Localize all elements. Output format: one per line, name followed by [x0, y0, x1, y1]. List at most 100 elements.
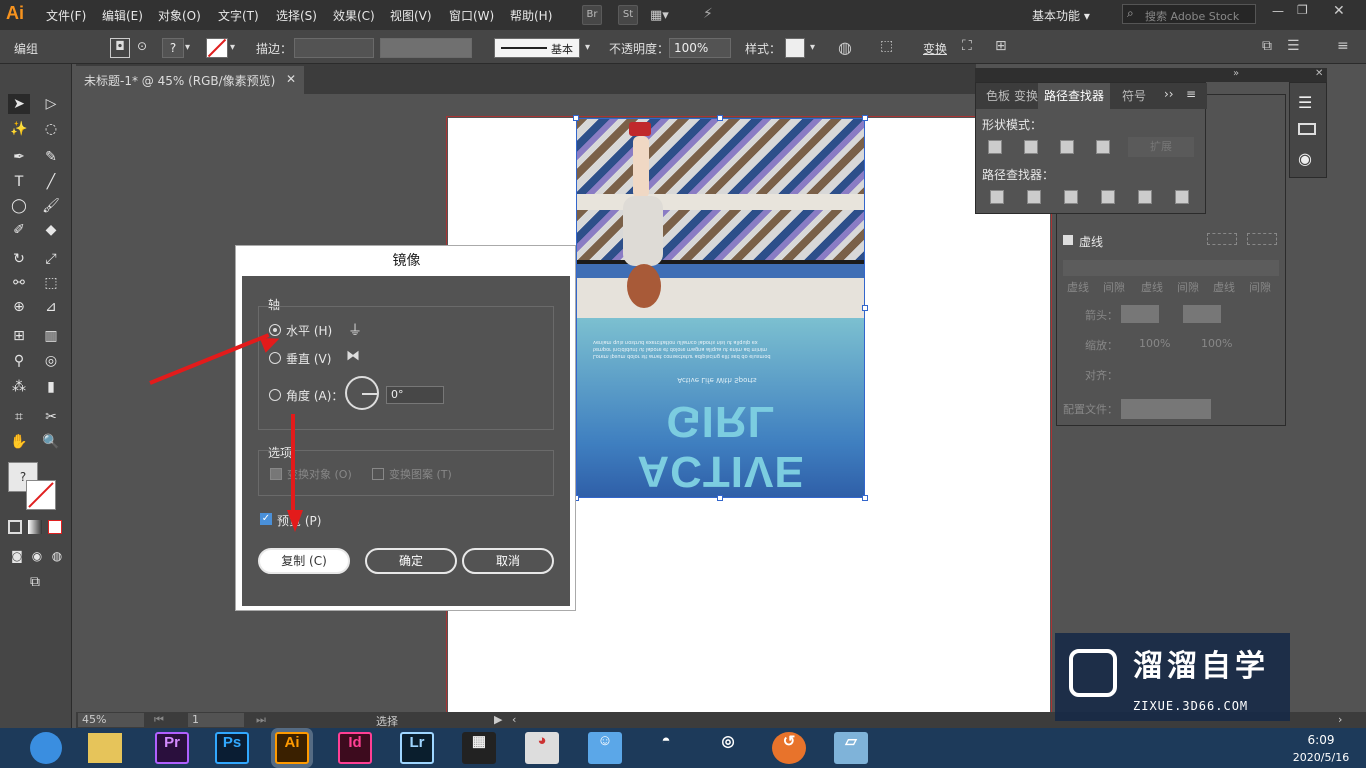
indesign-icon[interactable]: Id	[338, 732, 372, 764]
bridge-button[interactable]: Br	[582, 5, 602, 25]
minus-front-icon[interactable]	[1024, 140, 1038, 154]
document-setup-icon[interactable]: ◍	[838, 38, 852, 57]
direct-selection-tool-icon[interactable]: ▷	[40, 94, 62, 114]
opacity-field[interactable]: 100%	[669, 38, 731, 58]
menu-window[interactable]: 窗口(W)	[449, 7, 494, 24]
menu-help[interactable]: 帮助(H)	[510, 7, 552, 24]
first-artboard-icon[interactable]: ⏮	[154, 713, 164, 727]
angle-radio[interactable]	[269, 389, 281, 401]
last-artboard-icon[interactable]: ⏭	[256, 713, 266, 727]
arrow-start-scale[interactable]: 100%	[1139, 337, 1170, 350]
orange-app-icon[interactable]: ↺	[772, 732, 806, 764]
restore-button[interactable]: ❐	[1297, 3, 1308, 17]
tab-pathfinder[interactable]: 路径查找器	[1038, 83, 1111, 109]
properties-panel-icon[interactable]: ☰	[1298, 93, 1312, 112]
gpu-performance-icon[interactable]: ⚡	[703, 6, 713, 22]
resize-handle[interactable]	[573, 115, 579, 121]
shape-builder-tool-icon[interactable]: ⊕	[8, 297, 30, 317]
vertical-label[interactable]: 垂直 (V)	[286, 350, 331, 367]
menu-object[interactable]: 对象(O)	[158, 7, 201, 24]
ellipse-tool-icon[interactable]: ◯	[8, 196, 30, 216]
draw-inside-icon[interactable]: ◍	[46, 546, 68, 566]
panel-expand-icon[interactable]: ››	[1164, 87, 1174, 101]
zoom-tool-icon[interactable]: 🔍	[40, 432, 62, 452]
stroke-color-icon[interactable]	[26, 480, 56, 510]
line-tool-icon[interactable]: ╱	[40, 172, 62, 192]
control-flyout-icon[interactable]: ≡	[1337, 38, 1349, 54]
trim-icon[interactable]	[1027, 190, 1041, 204]
status-menu-icon[interactable]: ▶	[494, 713, 502, 726]
arrange-documents-icon[interactable]: ▦▾	[650, 8, 669, 23]
draw-behind-icon[interactable]: ◉	[26, 546, 48, 566]
illustrator-taskbar-icon[interactable]: Ai	[275, 732, 309, 764]
workspace-switcher[interactable]: 基本功能 ▾	[1032, 7, 1090, 24]
merge-icon[interactable]	[1064, 190, 1078, 204]
beach-ball-app-icon[interactable]: ◕	[525, 732, 559, 764]
draw-normal-icon[interactable]: ◙	[6, 546, 28, 566]
close-tab-icon[interactable]: ✕	[286, 72, 296, 86]
eraser-tool-icon[interactable]: ◆	[40, 220, 62, 240]
taskbar-time[interactable]: 6:09	[1288, 733, 1354, 747]
start-arrow-select[interactable]	[1121, 305, 1159, 323]
minus-back-icon[interactable]	[1175, 190, 1189, 204]
align-icon[interactable]: ⬚	[880, 38, 893, 54]
fill-swatch[interactable]: ?	[162, 38, 184, 58]
angle-field[interactable]: 0°	[386, 386, 444, 404]
stroke-dropdown-icon[interactable]: ▾	[230, 42, 235, 53]
angle-label[interactable]: 角度 (A)：	[286, 387, 343, 404]
none-mode-icon[interactable]	[48, 520, 62, 534]
rotate-tool-icon[interactable]: ↻	[8, 249, 30, 269]
column-graph-tool-icon[interactable]: ▮	[40, 377, 62, 397]
menu-type[interactable]: 文字(T)	[218, 7, 259, 24]
pen-tool-icon[interactable]: ✒	[8, 147, 30, 167]
recolor-artwork-icon[interactable]: ◘	[110, 38, 130, 58]
panel-menu-icon[interactable]: ≡	[1186, 87, 1196, 101]
transform-link[interactable]: 变换	[923, 40, 947, 57]
close-panels-icon[interactable]: ✕	[1315, 68, 1323, 79]
tab-swatches[interactable]: 色板	[986, 87, 1010, 104]
panel-options-icon[interactable]: ⧉	[1262, 38, 1272, 54]
gradient-panel-icon[interactable]	[1298, 123, 1316, 135]
isolate-group-icon[interactable]: ⊙	[137, 39, 147, 53]
tab-symbols[interactable]: 符号	[1122, 87, 1146, 104]
resize-handle[interactable]	[717, 495, 723, 501]
slice-tool-icon[interactable]: ✂	[40, 407, 62, 427]
outline-icon[interactable]	[1138, 190, 1152, 204]
exclude-icon[interactable]	[1096, 140, 1110, 154]
end-arrow-select[interactable]	[1183, 305, 1221, 323]
video-editor-icon[interactable]: ▦	[462, 732, 496, 764]
menu-view[interactable]: 视图(V)	[390, 7, 432, 24]
scroll-right-icon[interactable]: ›	[1338, 713, 1342, 726]
dash-align-corners-icon[interactable]	[1207, 233, 1237, 245]
crop-icon[interactable]: ⊞	[995, 38, 1007, 54]
angle-dial[interactable]	[345, 376, 379, 410]
premiere-icon[interactable]: Pr	[155, 732, 189, 764]
resize-handle[interactable]	[862, 495, 868, 501]
collapse-panels-icon[interactable]: »	[1233, 68, 1239, 79]
width-tool-icon[interactable]: ⚯	[8, 273, 30, 293]
selection-bounding-box[interactable]	[576, 118, 865, 498]
photoshop-icon[interactable]: Ps	[215, 732, 249, 764]
menu-file[interactable]: 文件(F)	[46, 7, 86, 24]
control-menu-icon[interactable]: ☰	[1287, 38, 1300, 54]
dash-fields-row[interactable]	[1063, 260, 1279, 276]
artboard-tool-icon[interactable]: ⌗	[8, 407, 30, 427]
gradient-tool-icon[interactable]: ▥	[40, 326, 62, 346]
gradient-mode-icon[interactable]	[28, 520, 42, 534]
fill-dropdown-icon[interactable]: ▾	[185, 42, 190, 53]
dashed-checkbox[interactable]	[1063, 235, 1073, 245]
document-tab[interactable]: 未标题-1* @ 45% (RGB/像素预览) ✕	[76, 66, 304, 94]
start-button-icon[interactable]	[30, 732, 62, 764]
qq-icon[interactable]: ◓	[649, 732, 683, 764]
copy-button[interactable]: 复制 (C)	[258, 548, 350, 574]
ok-button[interactable]: 确定	[365, 548, 457, 574]
artboard-navigator[interactable]: 1	[188, 713, 244, 727]
assistant-app-icon[interactable]: ☺	[588, 732, 622, 764]
close-button[interactable]: ✕	[1333, 3, 1345, 19]
eyedropper-tool-icon[interactable]: ⚲	[8, 351, 30, 371]
minimize-button[interactable]: —	[1272, 4, 1284, 18]
cancel-button[interactable]: 取消	[462, 548, 554, 574]
type-tool-icon[interactable]: T	[8, 172, 30, 192]
lasso-tool-icon[interactable]: ◌	[40, 119, 62, 139]
magic-wand-tool-icon[interactable]: ✨	[8, 119, 30, 139]
